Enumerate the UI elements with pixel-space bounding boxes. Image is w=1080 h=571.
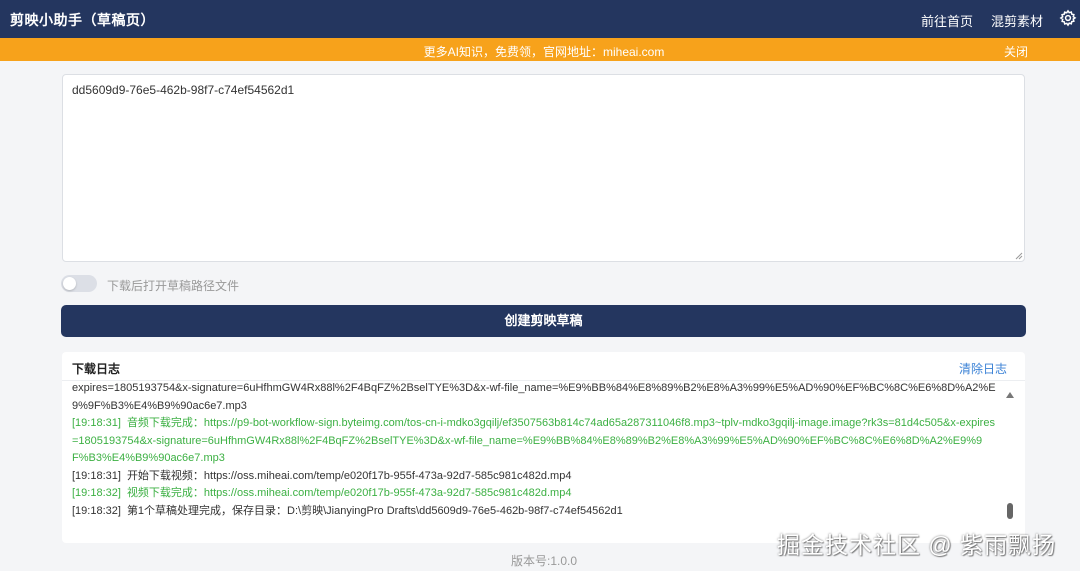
log-line: expires=1805193754&x-signature=6uHfhmGW4… [72, 381, 997, 415]
top-navbar: 剪映小助手（草稿页） 前往首页 混剪素材 [0, 0, 1080, 38]
log-title: 下载日志 [72, 362, 121, 376]
log-line: [19:18:32] 第1个草稿处理完成，保存目录：D:\剪映\JianyingP… [72, 503, 997, 521]
nav-link-home[interactable]: 前往首页 [921, 11, 973, 30]
log-line: [19:18:31] 开始下载视频：https://oss.miheai.com/… [72, 468, 997, 486]
log-message: expires=1805193754&x-signature=6uHfhmGW4… [72, 382, 996, 412]
scroll-up-arrow-icon[interactable] [1006, 392, 1014, 398]
log-lines: expires=1805193754&x-signature=6uHfhmGW4… [72, 381, 997, 520]
draft-id-value: dd5609d9-76e5-462b-98f7-c74ef54562d1 [72, 83, 295, 97]
download-log-panel: 下载日志 清除日志 expires=1805193754&x-signature… [62, 352, 1025, 543]
banner-close-button[interactable]: 关闭 [1004, 43, 1028, 60]
resize-handle-icon[interactable] [1015, 252, 1023, 260]
log-message: 视频下载完成：https://oss.miheai.com/temp/e020f… [126, 487, 572, 499]
log-timestamp: [19:18:32] [72, 487, 121, 499]
watermark: 掘金技术社区 @ 紫雨飘扬 [777, 532, 1057, 558]
log-timestamp: [19:18:32] [72, 504, 121, 517]
app-title: 剪映小助手（草稿页） [10, 12, 155, 28]
promo-banner: 更多AI知识，免费领，官网地址：miheai.com 关闭 [0, 38, 1080, 61]
draft-id-input[interactable]: dd5609d9-76e5-462b-98f7-c74ef54562d1 [62, 74, 1025, 262]
banner-message: 更多AI知识，免费领，官网地址：miheai.com [423, 45, 665, 59]
toggle-knob [63, 277, 76, 290]
log-timestamp: [19:18:31] [72, 469, 121, 482]
nav-link-mix-materials[interactable]: 混剪素材 [991, 11, 1043, 30]
log-header: 下载日志 清除日志 [62, 352, 1025, 381]
log-scrollbar-thumb[interactable] [1007, 503, 1013, 519]
create-draft-button[interactable]: 创建剪映草稿 [61, 305, 1026, 337]
log-message: 开始下载视频：https://oss.miheai.com/temp/e020f… [126, 469, 572, 482]
log-timestamp: [19:18:31] [72, 417, 121, 429]
log-line: [19:18:31] 音频下载完成：https://p9-bot-workflow… [72, 415, 997, 468]
open-folder-toggle-label: 下载后打开草稿路径文件 [107, 279, 240, 293]
gear-icon[interactable] [1059, 9, 1077, 27]
open-folder-toggle[interactable] [61, 275, 97, 292]
log-message: 第1个草稿处理完成，保存目录：D:\剪映\JianyingPro Drafts\… [126, 504, 623, 517]
clear-log-button[interactable]: 清除日志 [959, 360, 1007, 377]
log-message: 音频下载完成：https://p9-bot-workflow-sign.byte… [72, 417, 995, 464]
log-scroll-area[interactable]: expires=1805193754&x-signature=6uHfhmGW4… [72, 381, 997, 543]
log-line: [19:18:32] 视频下载完成：https://oss.miheai.com/… [72, 485, 997, 503]
